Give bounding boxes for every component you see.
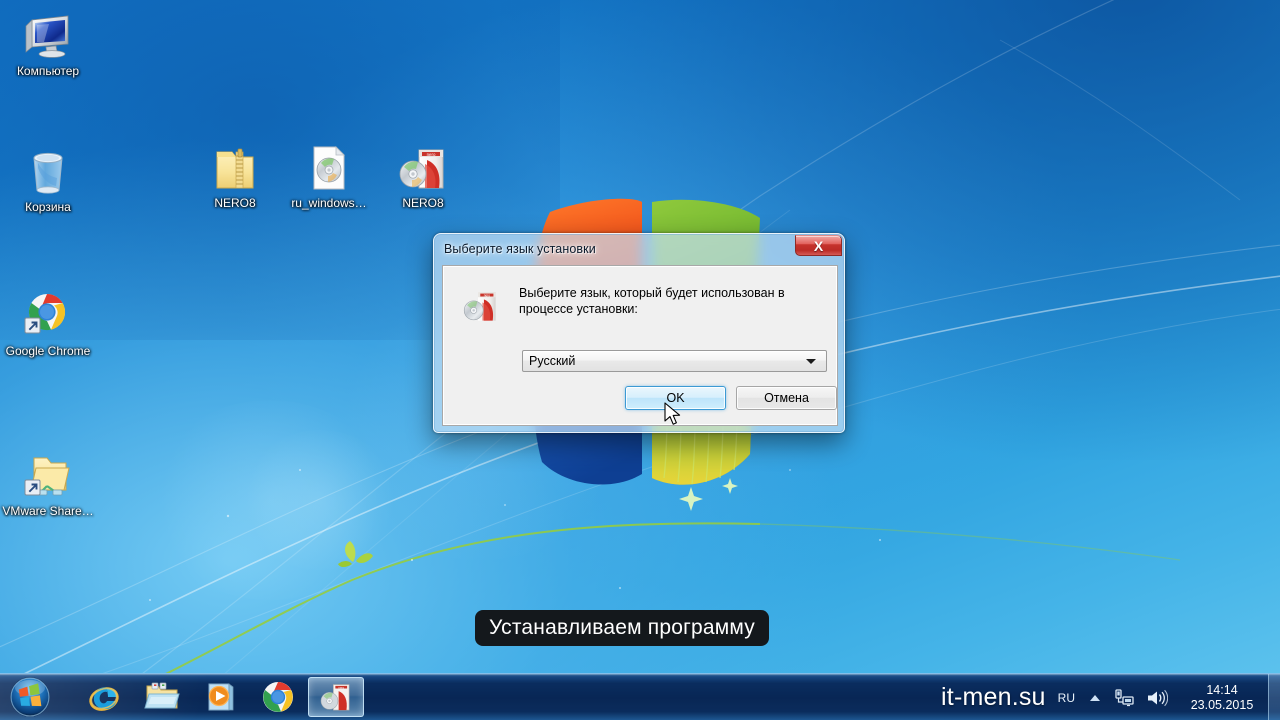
desktop-icon-label: NERO8: [402, 196, 444, 210]
network-icon[interactable]: [1114, 688, 1134, 707]
desktop-icon-label: VMware Share…: [2, 504, 94, 518]
site-watermark: it-men.su: [941, 683, 1046, 711]
folder-icon: [144, 682, 180, 709]
desktop-icon-ru-windows-iso[interactable]: ru_windows…: [281, 140, 377, 210]
chrome-shortcut-icon: [0, 288, 96, 340]
cancel-button[interactable]: Отмена: [736, 386, 837, 410]
chevron-down-icon: [806, 358, 816, 364]
desktop-icon-label: Компьютер: [16, 64, 80, 78]
desktop-icon-nero8-setup[interactable]: nero NERO8: [375, 140, 471, 210]
language-indicator[interactable]: RU: [1058, 691, 1075, 705]
language-dropdown-value: Русский: [529, 354, 576, 368]
desktop-icon-label: Корзина: [25, 200, 71, 214]
taskbar-button-windows-explorer[interactable]: [134, 677, 190, 717]
taskbar[interactable]: nero it-men.su RU 14:14 23.05.2015: [0, 673, 1280, 720]
taskbar-button-windows-media-player[interactable]: [192, 677, 248, 717]
taskbar-button-google-chrome[interactable]: [250, 677, 306, 717]
caption-text: Устанавливаем программу: [489, 616, 755, 639]
nero-setup-icon: nero: [375, 140, 471, 192]
desktop[interactable]: Компьютер Корзина NERO8 ru_windows… nero…: [0, 0, 1280, 720]
wallpaper-bloom: [150, 400, 390, 600]
taskbar-buttons[interactable]: nero: [76, 677, 366, 717]
svg-text:nero: nero: [427, 152, 436, 157]
desktop-icon-vmware-share[interactable]: VMware Share…: [0, 448, 96, 518]
folder-shortcut-icon: [0, 448, 96, 500]
nero-box-icon: nero: [463, 292, 496, 321]
caption-banner: Устанавливаем программу: [475, 610, 769, 646]
start-button[interactable]: [4, 676, 56, 718]
desktop-icon-computer[interactable]: Компьютер: [0, 8, 96, 78]
desktop-icon-nero8-zip[interactable]: NERO8: [187, 140, 283, 210]
desktop-icon-label: ru_windows…: [291, 196, 367, 210]
nero-box-icon: nero: [320, 684, 350, 711]
close-button[interactable]: X: [795, 235, 842, 256]
media-player-icon: [208, 683, 234, 711]
computer-icon: [0, 8, 96, 60]
show-desktop-button[interactable]: [1268, 674, 1280, 720]
clock-date: 23.05.2015: [1190, 697, 1254, 712]
desktop-icon-label: Google Chrome: [5, 344, 91, 358]
desktop-icon-label: NERO8: [214, 196, 256, 210]
taskbar-button-nero-setup[interactable]: nero: [308, 677, 364, 717]
desktop-icon-recycle-bin[interactable]: Корзина: [0, 144, 96, 214]
select-setup-language-dialog[interactable]: Выберите язык установки X nero Выберите …: [433, 233, 845, 433]
dialog-title: Выберите язык установки: [444, 241, 596, 256]
disc-image-file-icon: [281, 140, 377, 192]
dialog-message: Выберите язык, который будет использован…: [519, 286, 785, 316]
taskbar-button-internet-explorer[interactable]: [76, 677, 132, 717]
svg-text:nero: nero: [338, 685, 344, 689]
ok-button-label: OK: [666, 391, 685, 405]
show-hidden-icons-arrow-icon[interactable]: [1089, 693, 1101, 703]
svg-text:nero: nero: [484, 293, 491, 297]
zip-folder-icon: [187, 140, 283, 192]
windows-start-orb-icon: [10, 677, 50, 717]
ok-button[interactable]: OK: [625, 386, 726, 410]
cancel-button-label: Отмена: [764, 391, 809, 405]
clock-time: 14:14: [1206, 682, 1238, 697]
wallpaper-bloom: [240, 430, 400, 570]
chrome-icon: [263, 682, 293, 712]
clock[interactable]: 14:14 23.05.2015: [1180, 683, 1264, 713]
dialog-body: nero Выберите язык, который будет исполь…: [442, 265, 838, 426]
system-tray[interactable]: it-men.su RU 14:14 23.05.2015: [941, 674, 1280, 720]
desktop-icon-google-chrome[interactable]: Google Chrome: [0, 288, 96, 358]
volume-icon[interactable]: [1146, 689, 1168, 707]
dialog-title-bar[interactable]: Выберите язык установки X: [434, 234, 844, 263]
close-icon: X: [813, 237, 824, 254]
internet-explorer-icon: [89, 687, 119, 711]
recycle-bin-icon: [0, 144, 96, 196]
language-dropdown[interactable]: Русский: [522, 350, 827, 372]
